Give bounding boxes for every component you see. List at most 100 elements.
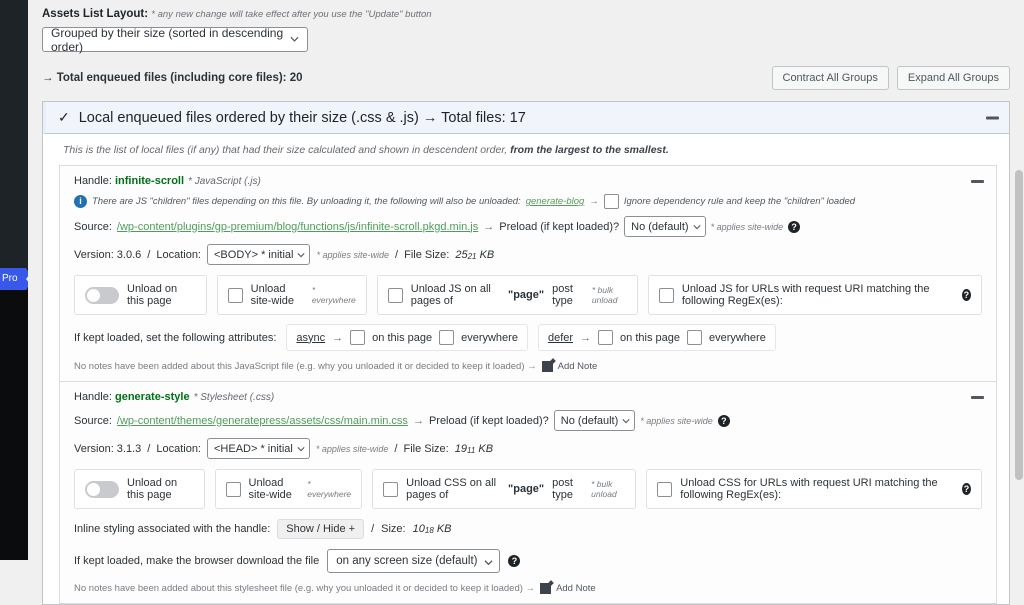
location-select[interactable]: <HEAD> * initial [207, 438, 310, 459]
check-icon: ✓ [58, 109, 70, 125]
unload-this-page-toggle[interactable] [85, 480, 119, 498]
bulk-unload-box[interactable]: Unload JS on all pages of "page" post ty… [376, 275, 638, 315]
location-select[interactable]: <BODY> * initial [207, 244, 311, 265]
unload-site-wide-note: * everywhere [311, 285, 356, 305]
pro-badge-label: Pro [2, 273, 18, 284]
async-this-page-checkbox[interactable] [350, 330, 366, 345]
unload-this-page-label: Unload on this page [127, 283, 178, 307]
location-note: * applies site-wide [316, 249, 390, 260]
async-everywhere-label: everywhere [461, 331, 518, 344]
screen-size-select[interactable]: on any screen size (default) [327, 549, 501, 573]
unload-this-page-toggle[interactable] [85, 286, 119, 304]
bulk-unload-checkbox[interactable] [387, 287, 403, 303]
assets-manager-page: Assets List Layout: * any new change wil… [28, 0, 1024, 605]
scrollbar-thumb[interactable] [1015, 170, 1023, 480]
async-keyword[interactable]: async [296, 332, 325, 344]
regex-unload-checkbox[interactable] [657, 481, 673, 497]
source-url-link[interactable]: /wp-content/themes/generatepress/assets/… [117, 415, 408, 427]
unload-site-wide-checkbox[interactable] [225, 481, 241, 497]
preload-value: No (default) [560, 414, 619, 427]
defer-keyword[interactable]: defer [548, 332, 573, 344]
unload-this-page-label: Unload on this page [127, 477, 178, 501]
regex-unload-box[interactable]: Unload CSS for URLs with request URI mat… [646, 469, 982, 509]
page-scrollbar[interactable] [1014, 0, 1024, 560]
chevron-down-icon [622, 419, 630, 424]
asset-collapse-icon[interactable] [971, 180, 984, 183]
unload-site-wide-box[interactable]: Unload site-wide * everywhere [214, 469, 363, 509]
bulk-unload-checkbox[interactable] [383, 481, 399, 497]
defer-everywhere-checkbox[interactable] [686, 330, 702, 345]
add-note-button[interactable]: Add Note [556, 583, 596, 594]
expand-all-groups-button[interactable]: Expand All Groups [896, 66, 1010, 90]
preload-note: * applies site-wide [710, 221, 784, 232]
bulk-unload-note: * bulk unload [591, 479, 617, 499]
pro-badge[interactable]: Pro [0, 268, 33, 290]
chevron-down-icon [484, 560, 494, 566]
local-files-group-panel: ✓ Local enqueued files ordered by their … [42, 101, 1010, 605]
defer-this-page-label: on this page [620, 331, 680, 344]
preload-note: * applies site-wide [640, 415, 713, 426]
help-icon[interactable]: ? [788, 220, 801, 233]
attributes-label: If kept loaded, set the following attrib… [74, 331, 277, 344]
help-icon[interactable]: ? [508, 555, 521, 567]
preload-select[interactable]: No (default) [624, 216, 706, 237]
help-icon[interactable]: ? [961, 289, 971, 301]
preload-select[interactable]: No (default) [553, 410, 636, 431]
show-hide-inline-button[interactable]: Show / Hide + [277, 519, 365, 539]
unload-site-wide-checkbox[interactable] [227, 287, 243, 303]
file-size-value: 2521 KB [455, 248, 495, 261]
async-everywhere-checkbox[interactable] [439, 330, 455, 345]
file-size-label: File Size: [403, 442, 449, 455]
unload-this-page-box[interactable]: Unload on this page [74, 469, 205, 509]
regex-unload-box[interactable]: Unload JS for URLs with request URI matc… [647, 275, 982, 315]
notes-text: No notes have been added about this Java… [74, 361, 537, 372]
meta-separator-2: / [395, 248, 399, 261]
asset-card-generate-style: Handle: generate-style * Stylesheet (.cs… [59, 381, 997, 604]
async-attribute-group: async → on this page everywhere [286, 324, 528, 351]
help-icon[interactable]: ? [717, 414, 730, 427]
meta-separator: / [147, 248, 151, 261]
help-icon[interactable]: ? [961, 483, 971, 495]
handle-label: Handle: [74, 175, 112, 187]
group-description-emphasis: from the largest to the smallest. [510, 144, 669, 156]
bulk-unload-post-type: "page" [508, 483, 545, 495]
group-header[interactable]: ✓ Local enqueued files ordered by their … [43, 102, 1009, 134]
group-title: Local enqueued files ordered by their si… [78, 109, 526, 126]
screen-size-value: on any screen size (default) [336, 555, 478, 567]
bulk-unload-box[interactable]: Unload CSS on all pages of "page" post t… [372, 469, 637, 509]
note-icon [541, 361, 553, 372]
screen-size-row: If kept loaded, make the browser downloa… [60, 549, 996, 573]
asset-collapse-icon[interactable] [971, 396, 984, 399]
asset-meta-row: Version: 3.1.3 / Location: <HEAD> * init… [60, 438, 996, 459]
regex-unload-label: Unload CSS for URLs with request URI mat… [680, 477, 938, 501]
dependency-link[interactable]: generate-blog [526, 196, 585, 207]
preload-value: No (default) [631, 220, 689, 233]
assets-list-layout-select[interactable]: Grouped by their size (sorted in descend… [42, 25, 308, 54]
total-enqueued-label: → Total enqueued files (including core f… [42, 72, 303, 84]
source-url-link[interactable]: /wp-content/plugins/gp-premium/blog/func… [117, 221, 478, 233]
meta-separator: / [147, 442, 151, 455]
asset-source-row: Source: /wp-content/themes/generatepress… [60, 410, 996, 431]
source-arrow-icon: → [412, 414, 424, 427]
unload-site-wide-box[interactable]: Unload site-wide * everywhere [216, 275, 367, 315]
note-icon [540, 583, 552, 594]
bulk-unload-prefix: Unload CSS on all pages of [406, 477, 497, 501]
group-collapse-icon[interactable] [986, 116, 999, 119]
location-label: Location: [156, 248, 201, 261]
location-note: * applies site-wide [315, 443, 389, 454]
ignore-dependency-checkbox[interactable] [603, 194, 619, 209]
regex-unload-checkbox[interactable] [658, 287, 674, 303]
preload-label: Preload (if kept loaded)? [428, 414, 549, 427]
defer-this-page-checkbox[interactable] [598, 330, 614, 345]
location-label: Location: [156, 442, 201, 455]
contract-all-groups-button[interactable]: Contract All Groups [771, 66, 889, 90]
asset-source-row: Source: /wp-content/plugins/gp-premium/b… [60, 216, 996, 237]
file-size-label: File Size: [404, 248, 450, 261]
chevron-down-icon [290, 36, 299, 42]
assets-list-layout-value: Grouped by their size (sorted in descend… [51, 25, 284, 54]
defer-attribute-group: defer → on this page everywhere [537, 324, 776, 351]
add-note-button[interactable]: Add Note [558, 361, 598, 372]
bulk-unload-post-type: "page" [508, 289, 545, 301]
unload-this-page-box[interactable]: Unload on this page [74, 275, 207, 315]
async-this-page-label: on this page [372, 331, 433, 344]
